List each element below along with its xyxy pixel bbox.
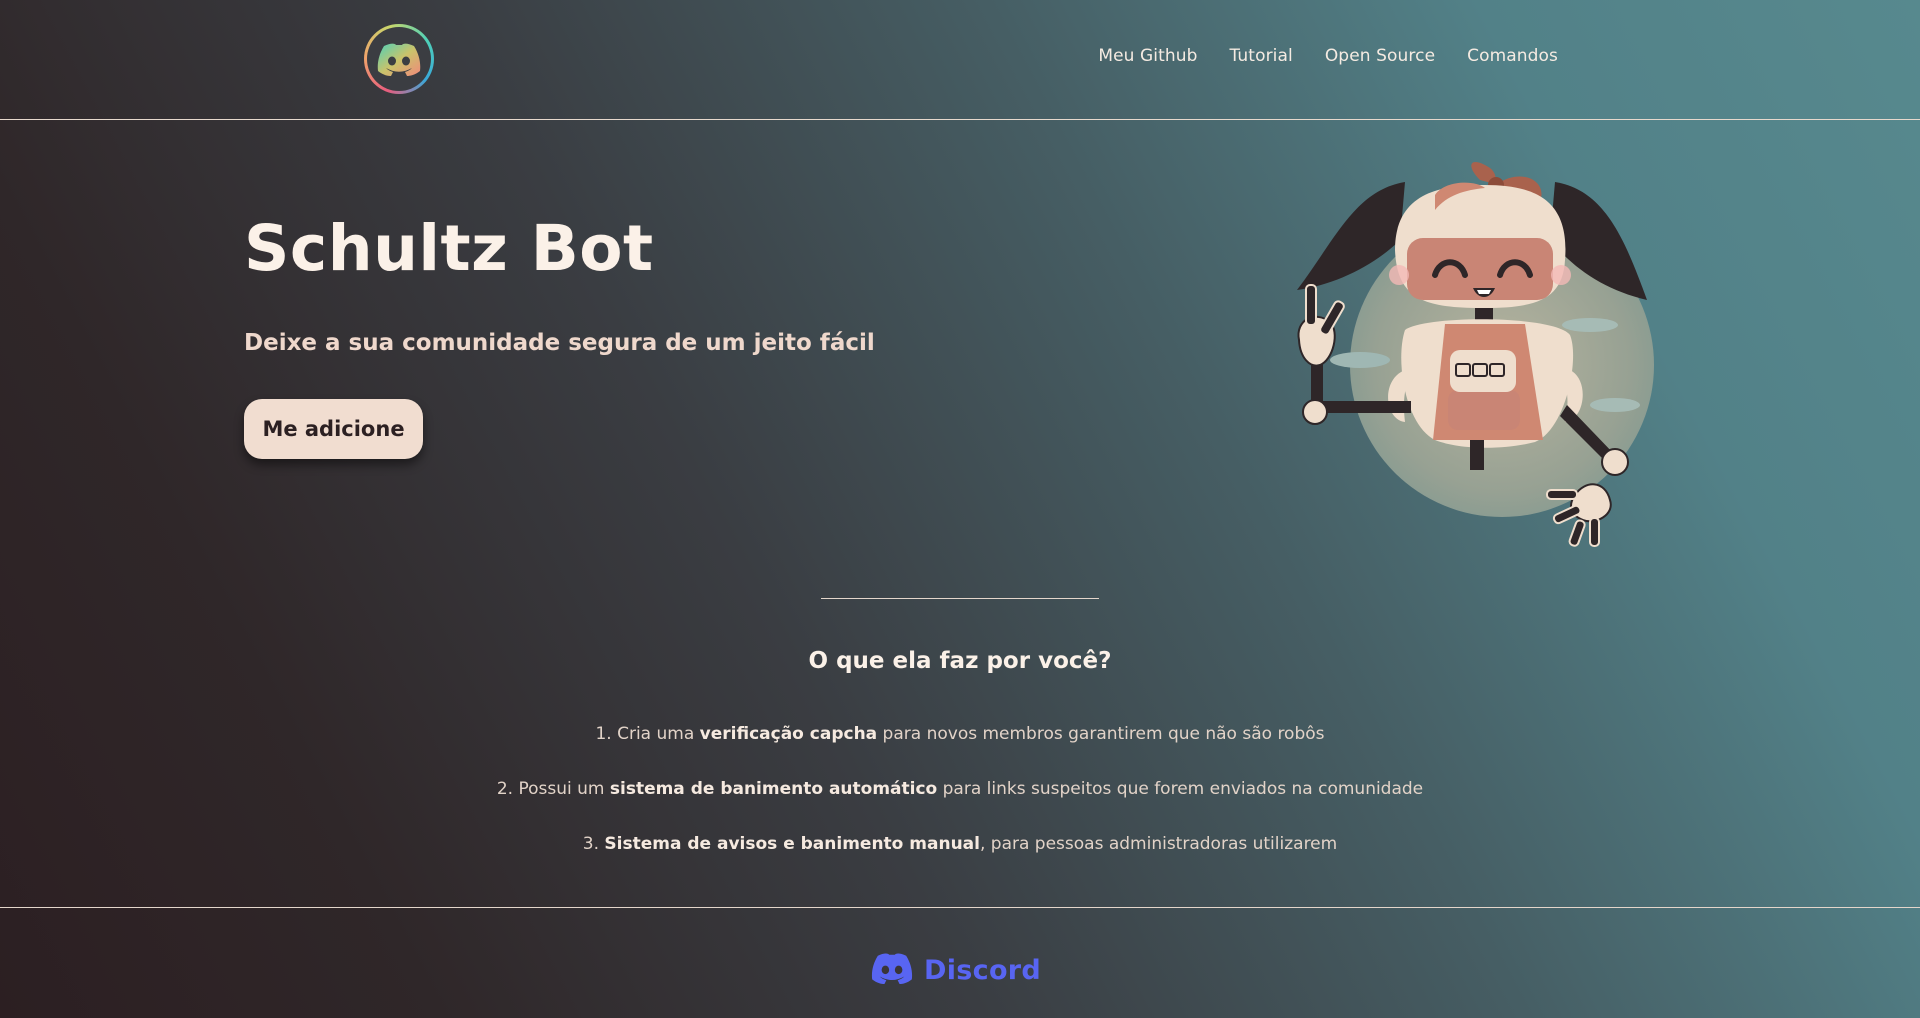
feature-prefix: 1. Cria uma [595, 724, 700, 744]
feature-prefix: 2. Possui um [496, 779, 610, 799]
feature-suffix: para novos membros garantirem que não sã… [877, 724, 1325, 744]
feature-suffix: , para pessoas administradoras utilizare… [979, 834, 1338, 854]
robot-girl-illustration [1285, 160, 1660, 560]
feature-highlight: sistema de banimento automático [609, 779, 938, 799]
footer-divider [0, 907, 1920, 908]
nav-link-github[interactable]: Meu Github [1098, 46, 1197, 66]
feature-highlight: Sistema de avisos e banimento manual [604, 834, 980, 854]
feature-prefix: 3. [582, 834, 605, 854]
section-divider [821, 598, 1099, 599]
features-title: O que ela faz por você? [808, 648, 1112, 674]
hero-title: Schultz Bot [244, 212, 654, 285]
discord-logo-icon [367, 27, 431, 91]
feature-suffix: para links suspeitos que forem enviados … [937, 779, 1424, 799]
hero-subtitle: Deixe a sua comunidade segura de um jeit… [244, 330, 875, 356]
feature-item: 3. Sistema de avisos e banimento manual,… [0, 834, 1920, 854]
nav-link-tutorial[interactable]: Tutorial [1230, 46, 1293, 66]
discord-wordmark: Discord [924, 954, 1042, 986]
feature-highlight: verificação capcha [699, 724, 878, 744]
add-bot-button[interactable]: Me adicione [244, 399, 423, 459]
nav-link-open-source[interactable]: Open Source [1325, 46, 1435, 66]
discord-link[interactable]: Discord [870, 951, 1041, 989]
logo[interactable] [364, 24, 434, 94]
discord-icon [870, 951, 914, 989]
main-nav: Meu Github Tutorial Open Source Comandos [1098, 46, 1558, 66]
nav-link-comandos[interactable]: Comandos [1467, 46, 1558, 66]
site-header: Meu Github Tutorial Open Source Comandos [0, 0, 1920, 120]
feature-item: 2. Possui um sistema de banimento automá… [0, 779, 1920, 799]
feature-item: 1. Cria uma verificação capcha para novo… [0, 724, 1920, 744]
